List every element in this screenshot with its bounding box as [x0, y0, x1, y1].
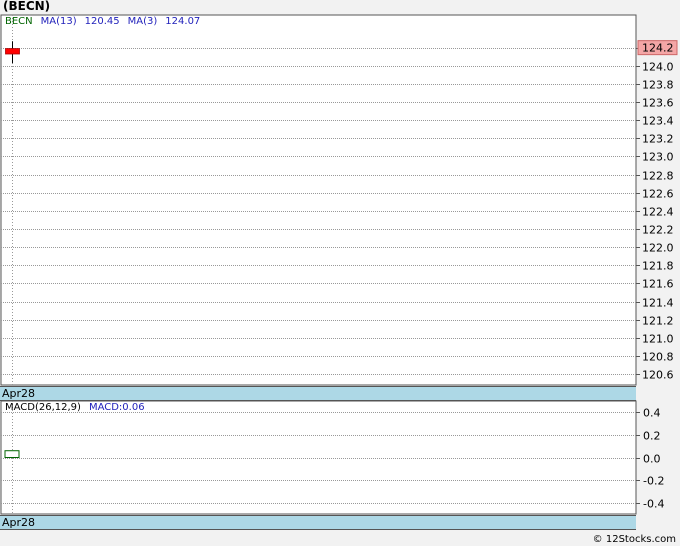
- footer-credit: © 12Stocks.com: [592, 534, 676, 545]
- chart-title: (BECN): [3, 0, 51, 13]
- price-tick-label: 123.2: [642, 133, 674, 146]
- price-tick-label: 122.8: [642, 170, 674, 183]
- macd-date-label: Apr28: [2, 516, 36, 529]
- price-tick-label: 120.8: [642, 351, 674, 364]
- macd-legend-value: MACD:0.06: [88, 402, 145, 413]
- last-price-label: 124.2: [642, 42, 674, 55]
- legend-ma13-label: MA(13): [40, 16, 77, 27]
- legend-ma3-value: 124.07: [165, 16, 201, 27]
- legend-ma3-label: MA(3): [127, 16, 158, 27]
- macd-date-axis: Apr28: [0, 515, 636, 530]
- price-tick-label: 121.2: [642, 315, 674, 328]
- macd-tick-label: 0.0: [643, 453, 661, 466]
- price-tick-label: 121.0: [642, 333, 674, 346]
- macd-tick-label: 0.2: [643, 430, 661, 443]
- macd-chart: 0.4 0.2 0.0 -0.2 -0.4: [0, 400, 664, 515]
- legend-ticker: BECN: [5, 16, 33, 27]
- price-tick-label: 121.6: [642, 278, 674, 291]
- price-tick-label: 121.4: [642, 297, 674, 310]
- price-tick-label: 121.8: [642, 260, 674, 273]
- price-plot-area: [0, 14, 637, 386]
- macd-tick-label: -0.2: [643, 475, 664, 488]
- macd-legend-label: MACD(26,12,9): [5, 402, 81, 413]
- macd-plot-area: [0, 400, 637, 515]
- price-tick-label: 120.6: [642, 369, 674, 382]
- price-tick-label: 124.0: [642, 61, 674, 74]
- macd-tick-label: 0.4: [643, 407, 661, 420]
- price-tick-label: 123.8: [642, 79, 674, 92]
- macd-tick-label: -0.4: [643, 498, 664, 511]
- legend-ma13-value: 120.45: [84, 16, 120, 27]
- price-legend: BECN MA(13) 120.45 MA(3) 124.07: [5, 16, 200, 27]
- price-tick-label: 122.6: [642, 188, 674, 201]
- candle-body: [5, 48, 20, 55]
- price-tick-label: 122.0: [642, 242, 674, 255]
- price-chart: 124.2 124.0 123.8 123.6 123.4 123.2 123.0 122.8…: [0, 14, 678, 386]
- macd-legend: MACD(26,12,9) MACD:0.06: [5, 402, 145, 413]
- price-tick-label: 123.0: [642, 151, 674, 164]
- macd-bar: [4, 450, 20, 459]
- price-tick-label: 123.4: [642, 115, 674, 128]
- price-date-label: Apr28: [2, 387, 36, 400]
- price-tick-label: 122.4: [642, 206, 674, 219]
- price-date-axis: Apr28: [0, 386, 636, 401]
- price-tick-label: 122.2: [642, 224, 674, 237]
- price-tick-label: 123.6: [642, 97, 674, 110]
